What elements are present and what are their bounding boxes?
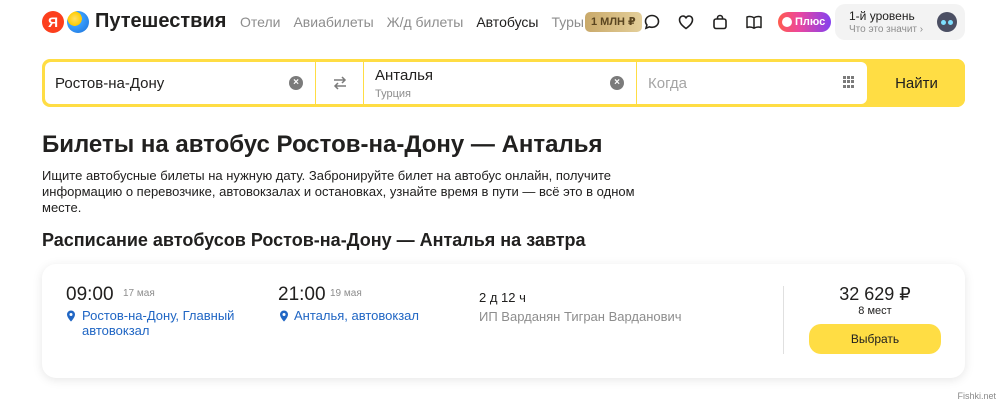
to-country: Турция (375, 88, 411, 100)
bag-icon[interactable] (710, 12, 730, 32)
seats-left: 8 мест (858, 305, 892, 317)
schedule-title: Расписание автобусов Ростов-на-Дону — Ан… (42, 230, 586, 250)
level-widget[interactable]: 1-й уровень Что это значит › (835, 4, 965, 40)
book-icon[interactable] (744, 12, 764, 32)
departure-time: 09:00 (66, 284, 114, 305)
header: Я Путешествия Отели Авиабилеты Ж/д билет… (0, 0, 1000, 50)
card-divider (783, 286, 784, 354)
clear-from-icon[interactable]: × (289, 76, 303, 90)
plus-label: Плюс (795, 16, 826, 28)
departure-station[interactable]: Ростов-на-Дону, Главный автовокзал (82, 308, 234, 338)
level-title: 1-й уровень (849, 9, 915, 23)
date-field[interactable]: Когда (637, 62, 867, 104)
plus-icon (782, 17, 792, 27)
find-button[interactable]: Найти (868, 59, 965, 107)
ticket-card: 09:00 17 мая Ростов-на-Дону, Главный авт… (42, 264, 965, 378)
departure-date: 17 мая (123, 288, 155, 299)
million-badge[interactable]: 1 МЛН ₽ (585, 12, 642, 32)
nav-hotels[interactable]: Отели (240, 14, 280, 30)
choose-button[interactable]: Выбрать (809, 324, 941, 354)
arrival-date: 19 мая (330, 288, 362, 299)
search-bar: Ростов-на-Дону × Анталья Турция × Когда … (42, 59, 965, 107)
trip-duration: 2 д 12 ч (479, 290, 526, 305)
to-field[interactable]: Анталья Турция × (364, 62, 636, 104)
date-placeholder[interactable]: Когда (648, 75, 687, 92)
ticket-price: 32 629 ₽ (839, 284, 911, 304)
clear-to-icon[interactable]: × (610, 76, 624, 90)
from-input[interactable]: Ростов-на-Дону (55, 75, 164, 92)
nav-flights[interactable]: Авиабилеты (293, 14, 373, 30)
from-field[interactable]: Ростов-на-Дону × (45, 62, 315, 104)
nav-tours[interactable]: Туры (551, 14, 583, 30)
level-subtitle: Что это значит › (849, 24, 924, 35)
location-pin-icon (280, 310, 288, 322)
location-pin-icon (67, 310, 75, 322)
nav-trains[interactable]: Ж/д билеты (387, 14, 464, 30)
page-description: Ищите автобусные билеты на нужную дату. … (42, 168, 635, 215)
chat-icon[interactable] (642, 12, 662, 32)
carrier-name[interactable]: ИП Варданян Тигран Варданович (479, 309, 682, 324)
to-input[interactable]: Анталья (375, 67, 433, 84)
heart-icon[interactable] (676, 12, 696, 32)
robot-avatar-icon (937, 12, 957, 32)
nav-buses[interactable]: Автобусы (476, 14, 538, 30)
arrival-time: 21:00 (278, 284, 326, 305)
swap-button[interactable] (316, 62, 363, 104)
logo[interactable]: Я Путешествия (42, 10, 226, 33)
watermark: Fishki.net (957, 391, 996, 401)
arrival-station[interactable]: Анталья, автовокзал (294, 308, 419, 323)
plus-button[interactable]: Плюс (778, 12, 832, 32)
globe-icon (67, 10, 89, 33)
main-nav: Отели Авиабилеты Ж/д билеты Автобусы Тур… (240, 14, 597, 30)
logo-text: Путешествия (95, 10, 227, 32)
page-title: Билеты на автобус Ростов-на-Дону — Антал… (42, 131, 603, 158)
calendar-icon[interactable] (843, 76, 855, 88)
yandex-logo-icon: Я (42, 10, 64, 33)
swap-icon (333, 76, 346, 90)
